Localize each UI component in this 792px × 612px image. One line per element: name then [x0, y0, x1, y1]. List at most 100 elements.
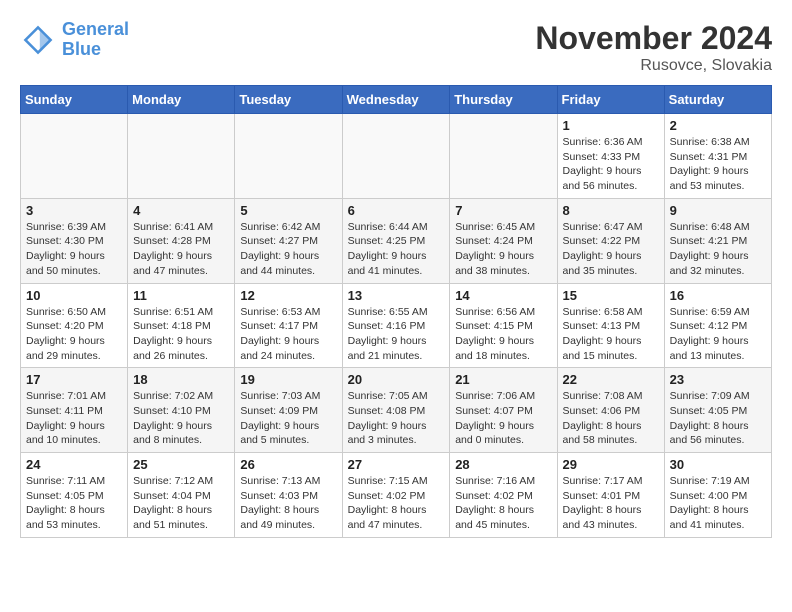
day-number: 16 — [670, 288, 766, 303]
day-info: Sunrise: 6:56 AMSunset: 4:15 PMDaylight:… — [455, 305, 551, 364]
day-number: 12 — [240, 288, 336, 303]
day-number: 28 — [455, 457, 551, 472]
day-info: Sunrise: 7:05 AMSunset: 4:08 PMDaylight:… — [348, 389, 445, 448]
calendar-week-row: 10 Sunrise: 6:50 AMSunset: 4:20 PMDayligh… — [21, 283, 772, 368]
calendar-cell: 28 Sunrise: 7:16 AMSunset: 4:02 PMDayligh… — [450, 453, 557, 538]
day-number: 22 — [563, 372, 659, 387]
day-number: 7 — [455, 203, 551, 218]
calendar-cell: 16 Sunrise: 6:59 AMSunset: 4:12 PMDayligh… — [664, 283, 771, 368]
day-info: Sunrise: 7:15 AMSunset: 4:02 PMDaylight:… — [348, 474, 445, 533]
day-number: 19 — [240, 372, 336, 387]
weekday-header: Thursday — [450, 86, 557, 114]
day-number: 9 — [670, 203, 766, 218]
calendar-cell: 3 Sunrise: 6:39 AMSunset: 4:30 PMDaylight… — [21, 198, 128, 283]
calendar-cell: 27 Sunrise: 7:15 AMSunset: 4:02 PMDayligh… — [342, 453, 450, 538]
calendar-cell — [21, 114, 128, 199]
calendar-cell: 29 Sunrise: 7:17 AMSunset: 4:01 PMDayligh… — [557, 453, 664, 538]
day-info: Sunrise: 6:38 AMSunset: 4:31 PMDaylight:… — [670, 135, 766, 194]
calendar-cell: 4 Sunrise: 6:41 AMSunset: 4:28 PMDaylight… — [128, 198, 235, 283]
calendar-cell: 21Sunrise: 7:06 AMSunset: 4:07 PMDayligh… — [450, 368, 557, 453]
calendar-cell: 22 Sunrise: 7:08 AMSunset: 4:06 PMDayligh… — [557, 368, 664, 453]
day-info: Sunrise: 7:19 AMSunset: 4:00 PMDaylight:… — [670, 474, 766, 533]
day-info: Sunrise: 6:51 AMSunset: 4:18 PMDaylight:… — [133, 305, 229, 364]
logo-text: General Blue — [62, 20, 129, 60]
day-info: Sunrise: 6:58 AMSunset: 4:13 PMDaylight:… — [563, 305, 659, 364]
calendar-cell: 11Sunrise: 6:51 AMSunset: 4:18 PMDayligh… — [128, 283, 235, 368]
weekday-header: Tuesday — [235, 86, 342, 114]
calendar-cell: 15Sunrise: 6:58 AMSunset: 4:13 PMDayligh… — [557, 283, 664, 368]
day-info: Sunrise: 6:41 AMSunset: 4:28 PMDaylight:… — [133, 220, 229, 279]
day-info: Sunrise: 6:59 AMSunset: 4:12 PMDaylight:… — [670, 305, 766, 364]
day-number: 29 — [563, 457, 659, 472]
calendar-cell — [342, 114, 450, 199]
calendar-header-row: SundayMondayTuesdayWednesdayThursdayFrid… — [21, 86, 772, 114]
day-info: Sunrise: 6:53 AMSunset: 4:17 PMDaylight:… — [240, 305, 336, 364]
day-info: Sunrise: 7:09 AMSunset: 4:05 PMDaylight:… — [670, 389, 766, 448]
day-number: 18 — [133, 372, 229, 387]
day-number: 27 — [348, 457, 445, 472]
weekday-header: Friday — [557, 86, 664, 114]
calendar-week-row: 24 Sunrise: 7:11 AMSunset: 4:05 PMDayligh… — [21, 453, 772, 538]
calendar-cell: 20Sunrise: 7:05 AMSunset: 4:08 PMDayligh… — [342, 368, 450, 453]
calendar-cell: 26 Sunrise: 7:13 AMSunset: 4:03 PMDayligh… — [235, 453, 342, 538]
day-number: 5 — [240, 203, 336, 218]
day-info: Sunrise: 7:17 AMSunset: 4:01 PMDaylight:… — [563, 474, 659, 533]
day-info: Sunrise: 7:12 AMSunset: 4:04 PMDaylight:… — [133, 474, 229, 533]
day-number: 14 — [455, 288, 551, 303]
day-info: Sunrise: 6:48 AMSunset: 4:21 PMDaylight:… — [670, 220, 766, 279]
day-number: 4 — [133, 203, 229, 218]
calendar-cell: 1 Sunrise: 6:36 AMSunset: 4:33 PMDaylight… — [557, 114, 664, 199]
calendar-cell: 18 Sunrise: 7:02 AMSunset: 4:10 PMDayligh… — [128, 368, 235, 453]
day-number: 10 — [26, 288, 122, 303]
day-number: 3 — [26, 203, 122, 218]
day-number: 26 — [240, 457, 336, 472]
calendar-week-row: 17Sunrise: 7:01 AMSunset: 4:11 PMDayligh… — [21, 368, 772, 453]
logo-icon — [20, 22, 56, 58]
logo: General Blue — [20, 20, 129, 60]
calendar-cell — [235, 114, 342, 199]
day-number: 30 — [670, 457, 766, 472]
calendar-cell: 17Sunrise: 7:01 AMSunset: 4:11 PMDayligh… — [21, 368, 128, 453]
day-info: Sunrise: 6:36 AMSunset: 4:33 PMDaylight:… — [563, 135, 659, 194]
calendar-week-row: 3 Sunrise: 6:39 AMSunset: 4:30 PMDaylight… — [21, 198, 772, 283]
weekday-header: Monday — [128, 86, 235, 114]
page-header: General Blue November 2024 Rusovce, Slov… — [20, 20, 772, 75]
day-info: Sunrise: 6:55 AMSunset: 4:16 PMDaylight:… — [348, 305, 445, 364]
calendar-cell: 6Sunrise: 6:44 AMSunset: 4:25 PMDaylight… — [342, 198, 450, 283]
calendar-week-row: 1 Sunrise: 6:36 AMSunset: 4:33 PMDaylight… — [21, 114, 772, 199]
calendar-cell: 19 Sunrise: 7:03 AMSunset: 4:09 PMDayligh… — [235, 368, 342, 453]
day-info: Sunrise: 6:47 AMSunset: 4:22 PMDaylight:… — [563, 220, 659, 279]
calendar-cell: 30 Sunrise: 7:19 AMSunset: 4:00 PMDayligh… — [664, 453, 771, 538]
day-info: Sunrise: 7:13 AMSunset: 4:03 PMDaylight:… — [240, 474, 336, 533]
weekday-header: Wednesday — [342, 86, 450, 114]
weekday-header: Sunday — [21, 86, 128, 114]
weekday-header: Saturday — [664, 86, 771, 114]
day-info: Sunrise: 6:45 AMSunset: 4:24 PMDaylight:… — [455, 220, 551, 279]
day-info: Sunrise: 6:50 AMSunset: 4:20 PMDaylight:… — [26, 305, 122, 364]
day-info: Sunrise: 6:39 AMSunset: 4:30 PMDaylight:… — [26, 220, 122, 279]
calendar-cell: 10 Sunrise: 6:50 AMSunset: 4:20 PMDayligh… — [21, 283, 128, 368]
day-info: Sunrise: 7:16 AMSunset: 4:02 PMDaylight:… — [455, 474, 551, 533]
day-info: Sunrise: 7:03 AMSunset: 4:09 PMDaylight:… — [240, 389, 336, 448]
day-number: 17 — [26, 372, 122, 387]
day-number: 21 — [455, 372, 551, 387]
calendar-cell: 23 Sunrise: 7:09 AMSunset: 4:05 PMDayligh… — [664, 368, 771, 453]
day-info: Sunrise: 7:08 AMSunset: 4:06 PMDaylight:… — [563, 389, 659, 448]
day-info: Sunrise: 7:02 AMSunset: 4:10 PMDaylight:… — [133, 389, 229, 448]
day-number: 23 — [670, 372, 766, 387]
calendar-table: SundayMondayTuesdayWednesdayThursdayFrid… — [20, 85, 772, 538]
calendar-cell: 5 Sunrise: 6:42 AMSunset: 4:27 PMDaylight… — [235, 198, 342, 283]
calendar-cell: 24 Sunrise: 7:11 AMSunset: 4:05 PMDayligh… — [21, 453, 128, 538]
calendar-cell: 12 Sunrise: 6:53 AMSunset: 4:17 PMDayligh… — [235, 283, 342, 368]
day-number: 8 — [563, 203, 659, 218]
day-info: Sunrise: 7:11 AMSunset: 4:05 PMDaylight:… — [26, 474, 122, 533]
month-title: November 2024 — [535, 20, 772, 57]
day-info: Sunrise: 6:42 AMSunset: 4:27 PMDaylight:… — [240, 220, 336, 279]
calendar-cell: 14 Sunrise: 6:56 AMSunset: 4:15 PMDayligh… — [450, 283, 557, 368]
day-info: Sunrise: 6:44 AMSunset: 4:25 PMDaylight:… — [348, 220, 445, 279]
day-number: 24 — [26, 457, 122, 472]
day-number: 13 — [348, 288, 445, 303]
day-number: 1 — [563, 118, 659, 133]
calendar-cell: 8 Sunrise: 6:47 AMSunset: 4:22 PMDaylight… — [557, 198, 664, 283]
calendar-cell — [128, 114, 235, 199]
